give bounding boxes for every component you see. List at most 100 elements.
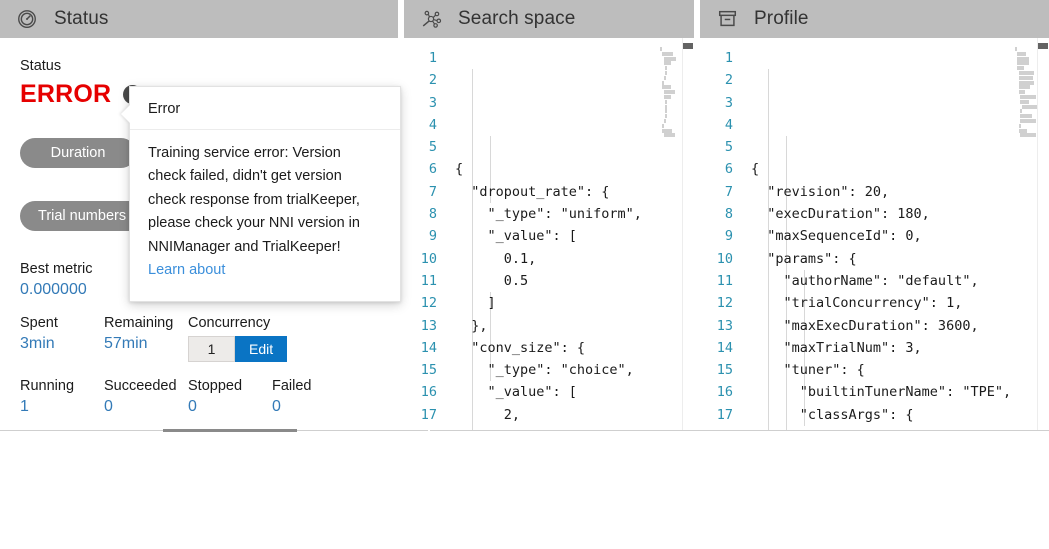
line-number: 1 bbox=[700, 47, 733, 69]
minimap-line bbox=[665, 114, 667, 118]
failed-label: Failed bbox=[272, 378, 356, 394]
minimap-line bbox=[1017, 66, 1024, 70]
minimap-line bbox=[1019, 90, 1025, 94]
line-number: 14 bbox=[700, 337, 733, 359]
profile-panel-header: Profile bbox=[700, 0, 1049, 38]
search-space-code-lines[interactable]: { "dropout_rate": { "_type": "uniform", … bbox=[446, 47, 660, 430]
minimap-line bbox=[664, 119, 666, 123]
code-line[interactable]: { bbox=[751, 158, 1035, 180]
code-line[interactable]: { bbox=[455, 158, 660, 180]
code-line[interactable]: "dropout_rate": { bbox=[455, 181, 660, 203]
line-number: 9 bbox=[404, 225, 437, 247]
search-space-scroll-thumb[interactable] bbox=[683, 43, 693, 49]
gauge-icon bbox=[14, 6, 40, 32]
line-number: 17 bbox=[700, 404, 733, 426]
minimap-line bbox=[1020, 114, 1032, 118]
status-badge: ERROR bbox=[20, 80, 111, 109]
code-line[interactable]: "revision": 20, bbox=[751, 181, 1035, 203]
line-number: 15 bbox=[700, 359, 733, 381]
code-line[interactable]: "maxTrialNum": 3, bbox=[751, 337, 1035, 359]
best-metric-block: Best metric 0.000000 bbox=[20, 261, 93, 299]
duration-button[interactable]: Duration bbox=[20, 138, 136, 168]
line-number: 13 bbox=[700, 315, 733, 337]
concurrency-block: Concurrency Edit bbox=[188, 315, 338, 362]
spent-value: 3min bbox=[20, 335, 104, 353]
minimap-line bbox=[1020, 109, 1022, 113]
code-line[interactable]: "params": { bbox=[751, 248, 1035, 270]
profile-code-lines[interactable]: { "revision": 20, "execDuration": 180, "… bbox=[742, 47, 1035, 430]
profile-code-area[interactable]: 12345678910111213141516171819 { "revisio… bbox=[700, 38, 1015, 430]
line-number: 5 bbox=[700, 136, 733, 158]
code-line[interactable]: "tuner": { bbox=[751, 359, 1035, 381]
minimap-line bbox=[664, 95, 671, 99]
code-line[interactable]: 0.5 bbox=[455, 270, 660, 292]
line-number: 1 bbox=[404, 47, 437, 69]
search-space-scrollbar[interactable] bbox=[682, 38, 694, 430]
timing-row: Spent 3min Remaining 57min Concurrency E… bbox=[20, 315, 338, 362]
code-line[interactable]: "maxSequenceId": 0, bbox=[751, 225, 1035, 247]
code-line[interactable]: "builtinTunerName": "TPE", bbox=[751, 381, 1035, 403]
profile-panel-title: Profile bbox=[754, 8, 809, 30]
concurrency-input[interactable] bbox=[188, 336, 235, 362]
minimap-line bbox=[662, 52, 673, 56]
code-line[interactable]: "_value": [ bbox=[455, 381, 660, 403]
code-line[interactable]: }, bbox=[455, 315, 660, 337]
code-line[interactable]: "_type": "uniform", bbox=[455, 203, 660, 225]
profile-scroll-thumb[interactable] bbox=[1038, 43, 1048, 49]
minimap-line bbox=[664, 61, 671, 65]
minimap-line bbox=[1019, 76, 1033, 80]
status-label: Status bbox=[20, 58, 398, 74]
line-number: 4 bbox=[700, 114, 733, 136]
code-line[interactable]: 2, bbox=[455, 404, 660, 426]
code-line[interactable]: 0.1, bbox=[455, 248, 660, 270]
code-line[interactable]: "classArgs": { bbox=[751, 404, 1035, 426]
profile-editor[interactable]: 12345678910111213141516171819 { "revisio… bbox=[700, 38, 1049, 430]
concurrency-edit-button[interactable]: Edit bbox=[235, 336, 287, 362]
line-number: 6 bbox=[404, 158, 437, 180]
minimap-line bbox=[1020, 100, 1029, 104]
code-line[interactable]: "trialConcurrency": 1, bbox=[751, 292, 1035, 314]
minimap-line bbox=[1020, 95, 1036, 99]
error-tooltip-message: Training service error: Version check fa… bbox=[148, 145, 360, 255]
line-number: 4 bbox=[404, 114, 437, 136]
minimap-line bbox=[660, 47, 662, 51]
search-space-minimap[interactable] bbox=[660, 38, 682, 430]
code-line[interactable]: "_type": "choice", bbox=[455, 359, 660, 381]
minimap-line bbox=[1019, 129, 1027, 133]
code-line[interactable]: ] bbox=[455, 292, 660, 314]
code-line[interactable]: "conv_size": { bbox=[455, 337, 660, 359]
trial-numbers-button[interactable]: Trial numbers bbox=[20, 201, 144, 231]
best-metric-label: Best metric bbox=[20, 261, 93, 277]
running-block: Running 1 bbox=[20, 378, 104, 416]
line-number: 3 bbox=[700, 92, 733, 114]
minimap-line bbox=[1022, 105, 1037, 109]
error-tooltip-title: Error bbox=[130, 87, 400, 130]
divider-segment bbox=[297, 430, 428, 431]
code-line[interactable]: "execDuration": 180, bbox=[751, 203, 1035, 225]
line-number: 3 bbox=[404, 92, 437, 114]
code-line[interactable]: "_value": [ bbox=[455, 225, 660, 247]
code-line[interactable]: "authorName": "default", bbox=[751, 270, 1035, 292]
profile-line-numbers: 12345678910111213141516171819 bbox=[700, 47, 742, 430]
profile-minimap[interactable] bbox=[1015, 38, 1037, 430]
learn-about-link[interactable]: Learn about bbox=[148, 259, 225, 282]
concurrency-control: Edit bbox=[188, 336, 338, 362]
status-horizontal-scrollbar[interactable] bbox=[163, 429, 297, 432]
line-number: 12 bbox=[700, 292, 733, 314]
minimap-line bbox=[665, 66, 667, 70]
failed-block: Failed 0 bbox=[272, 378, 356, 416]
search-space-editor[interactable]: 12345678910111213141516171819 { "dropout… bbox=[404, 38, 694, 430]
succeeded-value: 0 bbox=[104, 398, 188, 416]
trial-counts-row: Running 1 Succeeded 0 Stopped 0 Failed 0 bbox=[20, 378, 356, 416]
running-label: Running bbox=[20, 378, 104, 394]
concurrency-label: Concurrency bbox=[188, 315, 338, 331]
line-number: 13 bbox=[404, 315, 437, 337]
line-number: 17 bbox=[404, 404, 437, 426]
code-line[interactable]: "maxExecDuration": 3600, bbox=[751, 315, 1035, 337]
search-space-panel-title: Search space bbox=[458, 8, 575, 30]
stopped-value: 0 bbox=[188, 398, 272, 416]
search-space-code-area[interactable]: 12345678910111213141516171819 { "dropout… bbox=[404, 38, 660, 430]
minimap-line bbox=[1019, 81, 1034, 85]
profile-scrollbar[interactable] bbox=[1037, 38, 1049, 430]
running-value: 1 bbox=[20, 398, 104, 416]
